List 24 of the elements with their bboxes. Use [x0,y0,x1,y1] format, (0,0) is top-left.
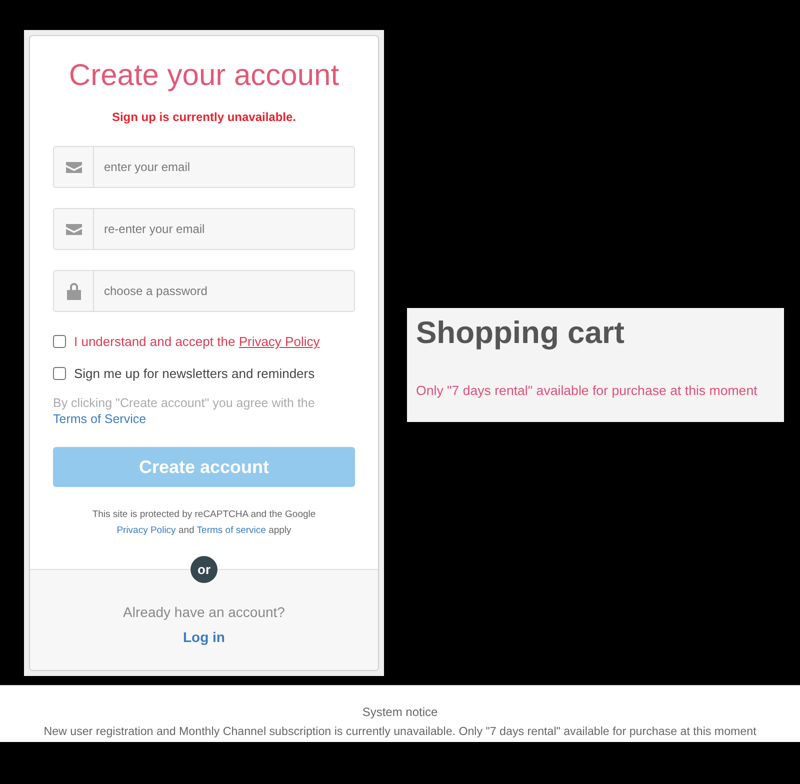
login-prompt: Already have an account? [122,603,286,622]
notice-title: System notice [361,704,439,721]
recaptcha-notice: This site is protected by reCAPTCHA and the Google Privacy Policy and Terms of service apply [91,508,317,538]
terms-link[interactable]: Terms of Service [53,412,146,426]
input-field[interactable]: enter your email [94,146,355,188]
envelope-icon [66,162,82,172]
page-title: Create your account [68,58,340,94]
terms-text: By clicking "Create account" you agree with the Terms of Service [53,395,316,427]
notice-message: New user registration and Monthly Channel subscription is currently unavailable. Only "7 days rental" available for purchase at this moment [42,724,758,740]
lock-icon [66,282,80,300]
policy-link[interactable]: Privacy Policy [116,525,176,536]
cart-title: Shopping cart [416,314,626,352]
checkbox-label: Sign me up for newsletters and reminders [74,364,315,383]
envelope-icon [66,224,82,234]
privacy-policy-link[interactable]: Privacy Policy [238,334,320,349]
login-link[interactable]: Log in [183,627,225,648]
input-field[interactable]: choose a password [94,270,355,312]
checkbox[interactable] [53,366,66,380]
policy-link[interactable]: Terms of service [196,525,266,536]
cart-message: Only "7 days rental" available for purchase at this moment [416,382,758,400]
input-field[interactable]: re-enter your email [94,208,355,250]
consent-label: I understand and accept the Privacy Policy [74,333,320,351]
error-message: Sign up is currently unavailable. [110,109,298,126]
checkbox[interactable] [53,335,66,348]
